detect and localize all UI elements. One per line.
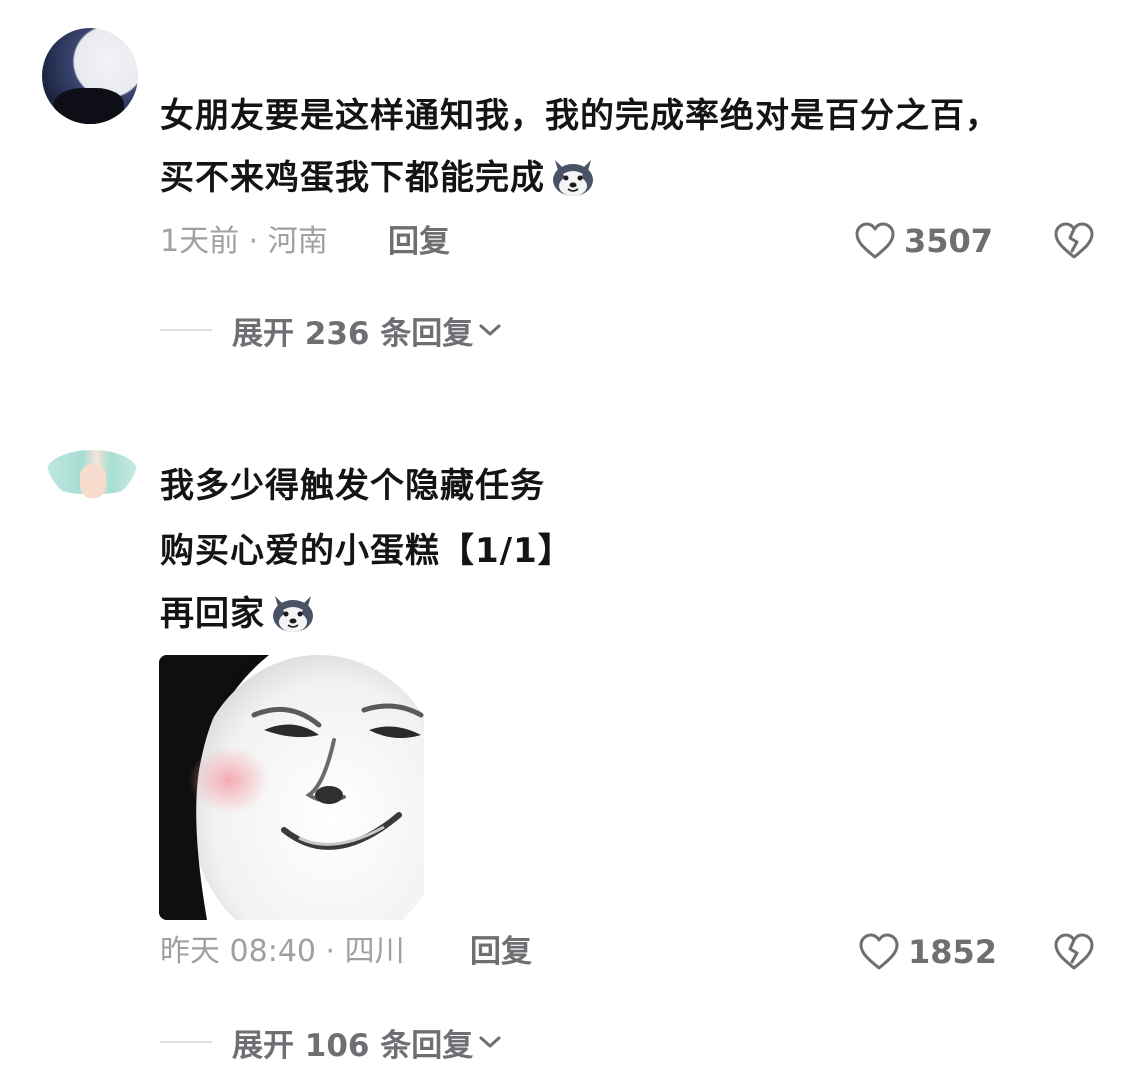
expand-replies-label: 展开 106 条回复 (232, 1027, 474, 1064)
like-count: 1852 (908, 933, 998, 971)
comment-text-line: 再回家 (160, 592, 317, 637)
timestamp-location: 昨天 08:40 · 四川 (160, 934, 405, 969)
comment-text-line: 买不来鸡蛋我下都能完成 (160, 156, 597, 201)
timestamp-location: 1天前 · 河南 (160, 224, 328, 259)
heart-outline-icon (855, 222, 895, 259)
like-button[interactable]: 1852 (858, 930, 997, 974)
broken-heart-icon[interactable] (1052, 219, 1096, 263)
divider-dash (160, 329, 212, 331)
chevron-down-icon (479, 324, 501, 336)
like-count: 3507 (904, 222, 994, 260)
user-avatar[interactable] (42, 28, 138, 124)
expand-replies-button[interactable]: 展开 106 条回复 (160, 1022, 503, 1064)
heart-outline-icon (859, 933, 899, 970)
chevron-down-icon (479, 1036, 501, 1048)
smirking-face-meme-sticker[interactable] (159, 655, 424, 920)
reply-button[interactable]: 回复 (470, 932, 532, 972)
husky-dog-emoji (553, 159, 593, 196)
like-button[interactable]: 3507 (854, 219, 993, 263)
divider-dash (160, 1041, 212, 1043)
expand-replies-label: 展开 236 条回复 (232, 315, 474, 352)
comment-text-line: 女朋友要是这样通知我，我的完成率绝对是百分之百， (160, 96, 1000, 136)
husky-dog-emoji (273, 595, 313, 632)
comment-text-line: 购买心爱的小蛋糕【1/1】 (160, 531, 573, 571)
reply-button[interactable]: 回复 (388, 222, 450, 262)
comment-text-line: 我多少得触发个隐藏任务 (160, 466, 545, 506)
avatar-face (80, 464, 106, 498)
user-avatar[interactable] (46, 410, 138, 502)
expand-replies-button[interactable]: 展开 236 条回复 (160, 310, 503, 352)
broken-heart-icon[interactable] (1052, 930, 1096, 974)
